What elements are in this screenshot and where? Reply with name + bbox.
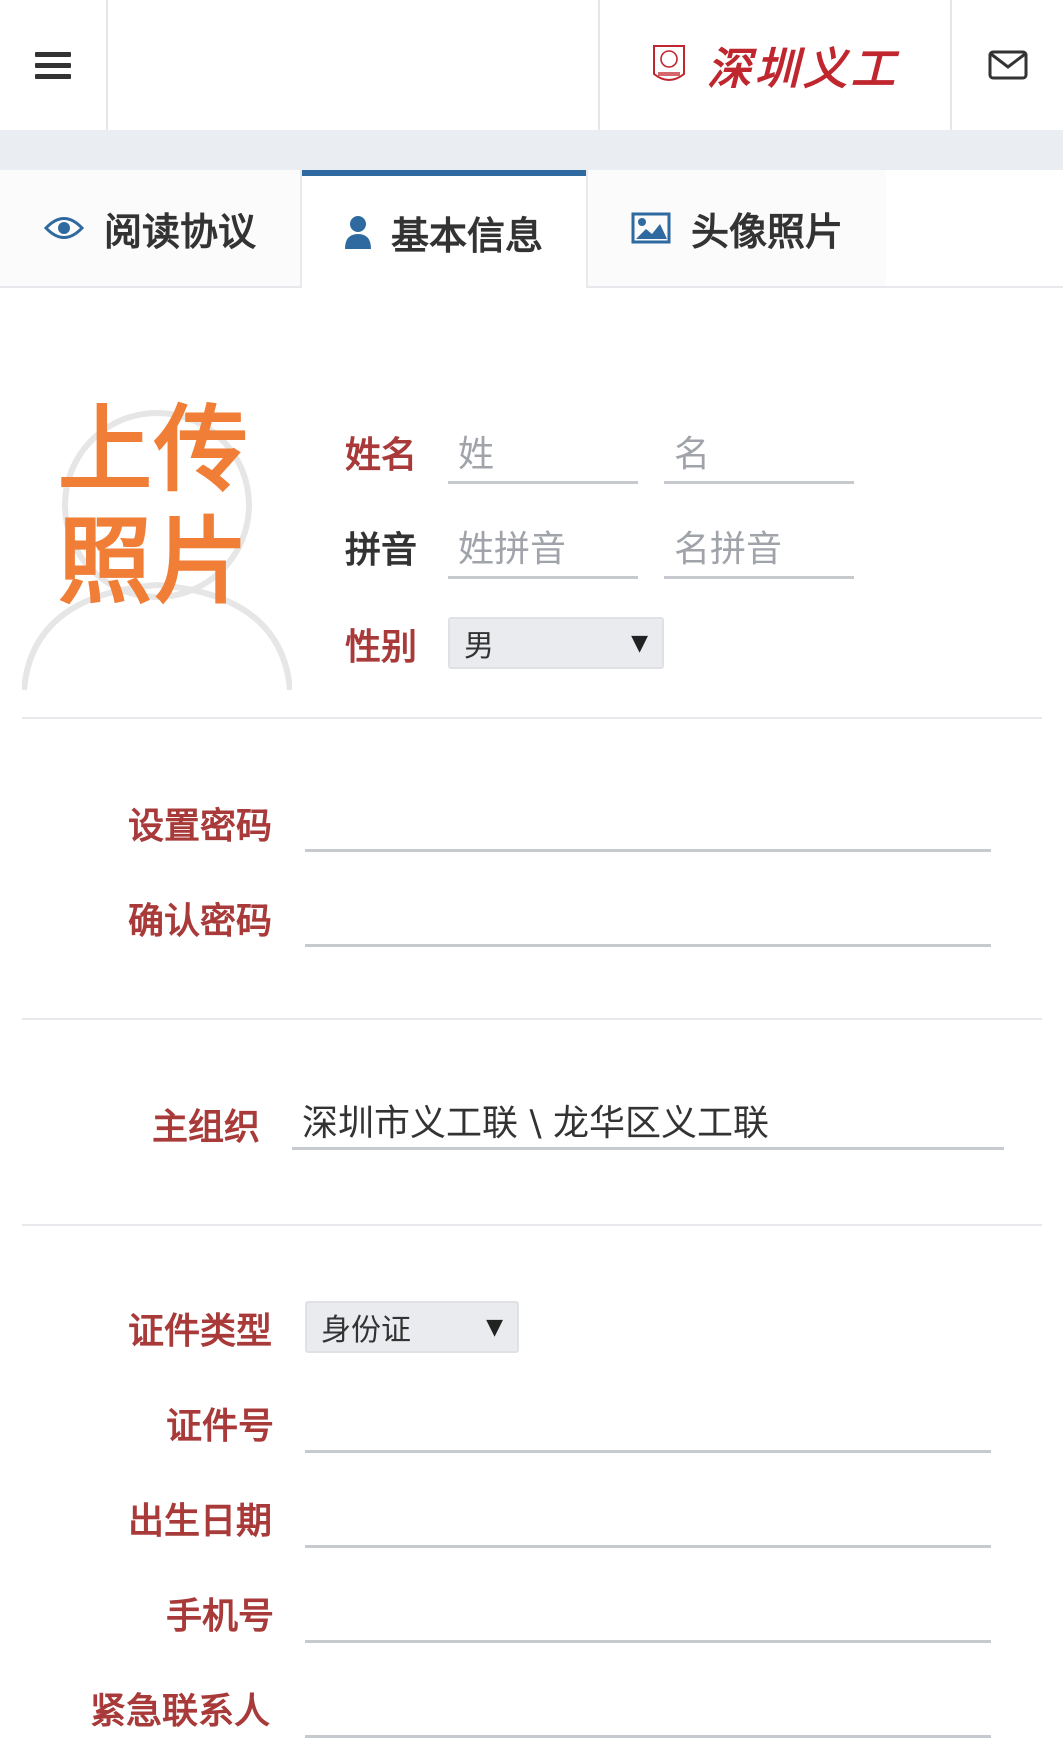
envelope-icon: [988, 50, 1027, 80]
emergency-contact-label: 紧急联系人: [90, 1691, 271, 1732]
main-org-label: 主组织: [152, 1107, 261, 1148]
mail-button[interactable]: [952, 0, 1063, 130]
upload-photo-line1: 上传: [58, 396, 251, 505]
pinyin-label: 拼音: [345, 530, 418, 571]
tab-label: 基本信息: [390, 213, 543, 258]
set-password-label: 设置密码: [128, 806, 273, 847]
emblem-icon: [653, 45, 685, 81]
given-name-pinyin-input[interactable]: [664, 523, 854, 579]
emergency-contact-input[interactable]: [305, 1682, 991, 1738]
id-type-label: 证件类型: [128, 1311, 273, 1352]
brand-logo[interactable]: 深圳义工: [600, 0, 952, 130]
brand-name: 深圳义工: [707, 44, 899, 95]
set-password-input[interactable]: [305, 796, 991, 852]
eye-icon: [43, 215, 84, 241]
gender-label: 性别: [345, 627, 418, 668]
id-number-label: 证件号: [166, 1406, 275, 1447]
confirm-password-label: 确认密码: [128, 901, 273, 942]
phone-label: 手机号: [166, 1596, 275, 1637]
tab-label: 阅读协议: [103, 209, 256, 254]
tab-avatar-photo[interactable]: 头像照片: [586, 170, 886, 286]
user-icon: [344, 215, 371, 249]
section-divider: [22, 717, 1042, 719]
image-icon: [631, 212, 671, 244]
confirm-password-input[interactable]: [305, 891, 991, 947]
surname-pinyin-input[interactable]: [448, 523, 638, 579]
id-type-select[interactable]: 身份证 ▼: [305, 1301, 519, 1353]
name-label: 姓名: [345, 435, 418, 476]
menu-button[interactable]: [0, 0, 108, 130]
tab-read-agreement[interactable]: 阅读协议: [0, 170, 302, 286]
birth-date-label: 出生日期: [128, 1501, 273, 1542]
dropdown-arrow-icon: ▼: [631, 630, 648, 656]
top-bar: 深圳义工: [0, 0, 1063, 131]
gender-select[interactable]: 男 ▼: [448, 617, 664, 669]
upload-photo-button[interactable]: 上传 照片: [22, 395, 292, 690]
birth-date-input[interactable]: [305, 1492, 991, 1548]
tab-label: 头像照片: [690, 209, 843, 254]
hamburger-menu-icon: [35, 46, 71, 85]
phone-input[interactable]: [305, 1587, 991, 1643]
surname-input[interactable]: [448, 428, 638, 484]
header-band: [0, 130, 1063, 170]
upload-photo-text: 上传 照片: [58, 395, 250, 619]
given-name-input[interactable]: [664, 428, 854, 484]
main-org-field[interactable]: 深圳市义工联 \ 龙华区义工联: [292, 1098, 1004, 1150]
header-spacer: [108, 0, 600, 130]
upload-photo-line2: 照片: [58, 508, 251, 617]
dropdown-arrow-icon: ▼: [486, 1314, 503, 1340]
tab-bar: 阅读协议 基本信息 头像照片: [0, 170, 1063, 288]
section-divider: [22, 1224, 1042, 1226]
id-number-input[interactable]: [305, 1397, 991, 1453]
tab-basic-info[interactable]: 基本信息: [302, 170, 586, 288]
id-type-value: 身份证: [321, 1313, 411, 1348]
gender-value: 男: [464, 629, 494, 664]
section-divider: [22, 1018, 1042, 1020]
